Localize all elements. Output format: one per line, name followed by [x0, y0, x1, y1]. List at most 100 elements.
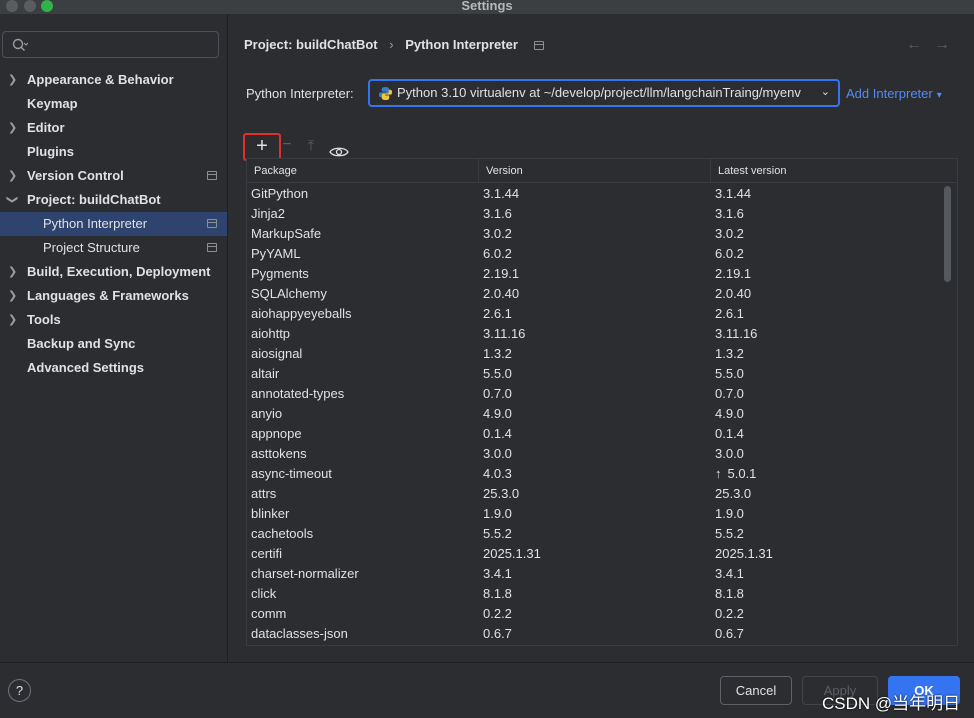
- latest-version-cell: 8.1.8: [715, 586, 744, 601]
- version-cell: 5.5.0: [483, 366, 512, 381]
- sidebar-item-backup-sync[interactable]: Backup and Sync: [0, 332, 227, 356]
- latest-version-cell: 2025.1.31: [715, 546, 773, 561]
- package-cell: asttokens: [251, 446, 307, 461]
- sidebar-item-editor[interactable]: ❯ Editor: [0, 116, 227, 140]
- settings-sidebar: ❯ Appearance & Behavior Keymap ❯ Editor …: [0, 14, 228, 662]
- settings-search[interactable]: [2, 31, 219, 58]
- sidebar-item-label: Build, Execution, Deployment: [27, 264, 211, 279]
- python-icon: [378, 86, 393, 101]
- version-cell: 2.19.1: [483, 266, 520, 281]
- latest-version-cell: 6.0.2: [715, 246, 744, 261]
- table-row[interactable]: aiohappyeyeballs 2.6.1 2.6.1: [247, 304, 947, 324]
- table-row[interactable]: charset-normalizer 3.4.1 3.4.1: [247, 564, 947, 584]
- table-row[interactable]: cachetools 5.5.2 5.5.2: [247, 524, 947, 544]
- table-row[interactable]: attrs 25.3.0 25.3.0: [247, 484, 947, 504]
- table-row[interactable]: PyYAML 6.0.2 6.0.2: [247, 244, 947, 264]
- version-cell: 4.9.0: [483, 406, 512, 421]
- package-cell: anyio: [251, 406, 283, 421]
- sidebar-item-plugins[interactable]: Plugins: [0, 140, 227, 164]
- latest-version-cell: 25.3.0: [715, 486, 752, 501]
- sidebar-item-label: Version Control: [27, 168, 124, 183]
- sidebar-item-label: Backup and Sync: [27, 336, 136, 351]
- latest-version-cell: 5.5.2: [715, 526, 744, 541]
- install-package-button[interactable]: +: [243, 133, 281, 161]
- table-body: GitPython 3.1.44 3.1.44 Jinja2 3.1.6 3.1.6 Mar…: [247, 184, 947, 644]
- interpreter-dropdown[interactable]: Python 3.10 virtualenv at ~/develop/proj…: [368, 79, 840, 107]
- table-row[interactable]: asttokens 3.0.0 3.0.0: [247, 444, 947, 464]
- latest-version-value: 5.0.1: [727, 466, 757, 481]
- help-button[interactable]: ?: [8, 679, 31, 702]
- table-row[interactable]: comm 0.2.2 0.2.2: [247, 604, 947, 624]
- sidebar-item-label: Appearance & Behavior: [27, 72, 174, 87]
- table-row[interactable]: certifi 2025.1.31 2025.1.31: [247, 544, 947, 564]
- table-row[interactable]: aiosignal 1.3.2 1.3.2: [247, 344, 947, 364]
- sidebar-item-project-structure[interactable]: Project Structure: [0, 236, 227, 260]
- column-header-latest-version[interactable]: Latest version: [711, 159, 941, 183]
- table-row[interactable]: Jinja2 3.1.6 3.1.6: [247, 204, 947, 224]
- column-header-package[interactable]: Package: [247, 159, 479, 183]
- upgrade-package-button[interactable]: ⤒: [303, 133, 319, 161]
- sidebar-item-build-execution[interactable]: ❯ Build, Execution, Deployment: [0, 260, 227, 284]
- settings-content: Project: buildChatBot › Python Interpret…: [228, 14, 974, 662]
- add-interpreter-link[interactable]: Add Interpreter ▾: [846, 86, 942, 101]
- package-cell: charset-normalizer: [251, 566, 359, 581]
- package-cell: certifi: [251, 546, 283, 561]
- package-cell: attrs: [251, 486, 277, 501]
- chevron-down-icon[interactable]: ❯: [0, 195, 24, 205]
- sidebar-item-advanced-settings[interactable]: Advanced Settings: [0, 356, 227, 380]
- table-row[interactable]: appnope 0.1.4 0.1.4: [247, 424, 947, 444]
- sidebar-item-version-control[interactable]: ❯ Version Control: [0, 164, 227, 188]
- watermark: CSDN @当年明日: [822, 694, 961, 713]
- sidebar-item-label: Plugins: [27, 144, 74, 159]
- breadcrumb-page: Python Interpreter: [405, 37, 518, 52]
- table-row[interactable]: altair 5.5.0 5.5.0: [247, 364, 947, 384]
- version-cell: 3.1.44: [483, 186, 520, 201]
- cancel-button[interactable]: Cancel: [720, 676, 792, 705]
- chevron-right-icon[interactable]: ❯: [8, 260, 18, 284]
- interpreter-value: Python 3.10 virtualenv at ~/develop/proj…: [397, 85, 801, 100]
- table-row[interactable]: async-timeout 4.0.3 ↑ 5.0.1: [247, 464, 947, 484]
- sidebar-item-project[interactable]: ❯ Project: buildChatBot: [0, 188, 227, 212]
- search-icon: [12, 38, 28, 51]
- chevron-right-icon[interactable]: ❯: [8, 164, 18, 188]
- column-header-version[interactable]: Version: [479, 159, 711, 183]
- package-cell: blinker: [251, 506, 290, 521]
- sidebar-item-python-interpreter[interactable]: Python Interpreter: [0, 212, 227, 236]
- chevron-right-icon[interactable]: ❯: [8, 284, 18, 308]
- sidebar-item-label: Python Interpreter: [43, 216, 148, 231]
- chevron-right-icon[interactable]: ❯: [8, 68, 18, 92]
- history-navigation: ←→: [906, 36, 962, 54]
- sidebar-item-appearance-behavior[interactable]: ❯ Appearance & Behavior: [0, 68, 227, 92]
- version-cell: 6.0.2: [483, 246, 512, 261]
- window-title: Settings: [461, 0, 513, 13]
- sidebar-item-tools[interactable]: ❯ Tools: [0, 308, 227, 332]
- package-cell: async-timeout: [251, 466, 332, 481]
- table-row[interactable]: blinker 1.9.0 1.9.0: [247, 504, 947, 524]
- latest-version-cell: 1.3.2: [715, 346, 744, 361]
- table-row[interactable]: anyio 4.9.0 4.9.0: [247, 404, 947, 424]
- latest-version-cell: 2.0.40: [715, 286, 752, 301]
- package-cell: Pygments: [251, 266, 309, 281]
- chevron-down-icon[interactable]: ⌄: [821, 85, 830, 98]
- breadcrumb-project[interactable]: Project: buildChatBot: [244, 37, 378, 52]
- table-scrollbar[interactable]: [944, 186, 951, 282]
- table-row[interactable]: annotated-types 0.7.0 0.7.0: [247, 384, 947, 404]
- latest-version-cell: 3.0.2: [715, 226, 744, 241]
- chevron-right-icon[interactable]: ❯: [8, 116, 18, 140]
- chevron-right-icon[interactable]: ❯: [8, 308, 18, 332]
- table-row[interactable]: click 8.1.8 8.1.8: [247, 584, 947, 604]
- table-row[interactable]: aiohttp 3.11.16 3.11.16: [247, 324, 947, 344]
- sidebar-item-languages-frameworks[interactable]: ❯ Languages & Frameworks: [0, 284, 227, 308]
- sidebar-item-keymap[interactable]: Keymap: [0, 92, 227, 116]
- table-row[interactable]: Pygments 2.19.1 2.19.1: [247, 264, 947, 284]
- table-row[interactable]: GitPython 3.1.44 3.1.44: [247, 184, 947, 204]
- uninstall-package-button[interactable]: −: [281, 133, 293, 161]
- search-input[interactable]: [33, 36, 213, 54]
- table-row[interactable]: dataclasses-json 0.6.7 0.6.7: [247, 624, 947, 644]
- table-row[interactable]: MarkupSafe 3.0.2 3.0.2: [247, 224, 947, 244]
- table-row[interactable]: SQLAlchemy 2.0.40 2.0.40: [247, 284, 947, 304]
- latest-version-cell: 0.1.4: [715, 426, 744, 441]
- back-arrow-icon[interactable]: ←: [906, 36, 934, 53]
- forward-arrow-icon[interactable]: →: [934, 36, 962, 53]
- dialog-footer: ? Cancel Apply OK CSDN @当年明日: [0, 662, 974, 718]
